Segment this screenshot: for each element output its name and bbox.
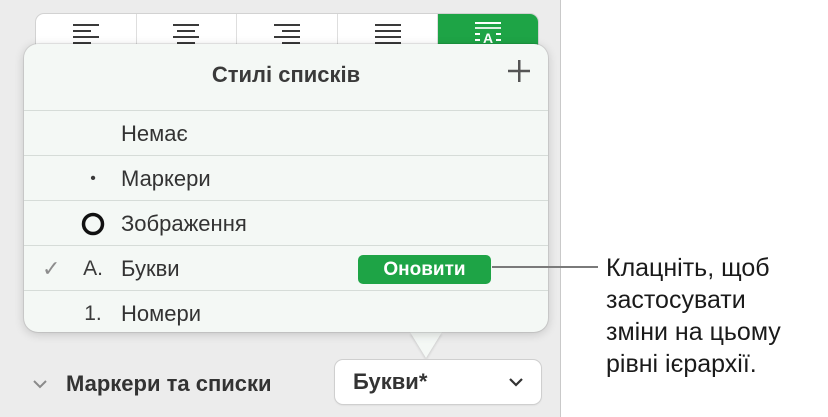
list-styles-popover: Стилі списків Немає • Маркери Зображення… [24, 44, 548, 332]
callout-line-3: зміни на цьому [606, 318, 781, 346]
list-style-label: Зображення [121, 211, 247, 236]
add-list-style-button[interactable] [504, 56, 534, 86]
align-right-icon [273, 24, 300, 44]
chevron-down-icon [509, 378, 523, 387]
align-justify-icon [374, 24, 401, 44]
number-mark: 1. [84, 301, 102, 325]
callout-line-2: застосувати [606, 286, 746, 314]
list-style-bullets[interactable]: • Маркери [24, 155, 548, 201]
letter-mark: A. [83, 256, 103, 280]
list-style-dropdown[interactable]: Букви* [335, 360, 541, 404]
bullet-mark: • [90, 169, 96, 187]
list-style-letters[interactable]: ✓ A. Букви Оновити [24, 245, 548, 291]
plus-icon [508, 60, 530, 82]
align-center-icon [173, 24, 200, 44]
bullets-and-lists-section[interactable]: Маркери та списки [30, 360, 272, 408]
callout-line-4: рівні ієрархії. [606, 350, 757, 378]
callout-line-1: Клацніть, щоб [606, 254, 770, 282]
callout-text: Клацніть, щоб застосувати зміни на цьому… [606, 252, 826, 380]
list-style-label: Маркери [121, 166, 211, 191]
list-style-numbers[interactable]: 1. Номери [24, 290, 548, 336]
section-label: Маркери та списки [66, 371, 272, 396]
popover-title: Стилі списків [211, 62, 361, 87]
callout-line [492, 266, 598, 268]
list-style-label: Немає [121, 121, 188, 146]
list-style-label: Букви [121, 256, 180, 281]
chevron-down-icon [33, 380, 47, 389]
align-left-icon [72, 24, 99, 44]
list-style-label: Номери [121, 301, 202, 326]
circle-image-icon [68, 201, 118, 246]
checkmark-icon: ✓ [42, 256, 61, 281]
format-inspector: A Стилі списків Немає • Маркери Зображен… [0, 0, 561, 417]
list-style-images[interactable]: Зображення [24, 200, 548, 246]
list-style-none[interactable]: Немає [24, 110, 548, 156]
dropdown-value: Букви* [353, 369, 428, 394]
update-button[interactable]: Оновити [358, 255, 491, 284]
